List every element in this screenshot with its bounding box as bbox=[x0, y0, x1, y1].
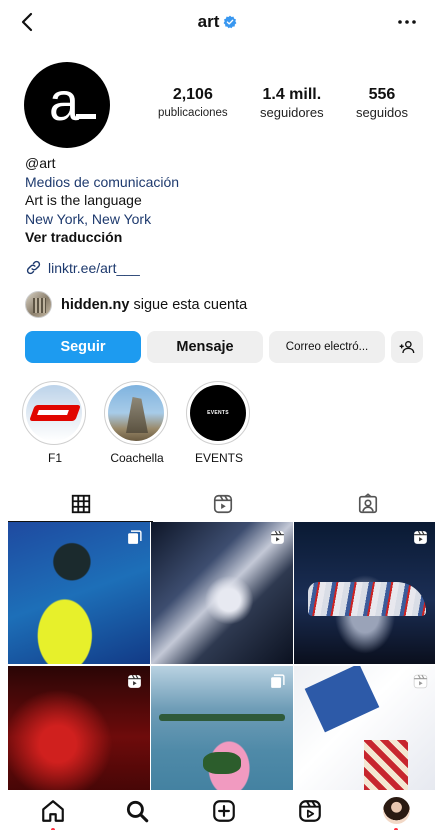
post-thumbnail[interactable] bbox=[294, 666, 435, 790]
top-bar: art bbox=[0, 0, 435, 44]
grid-icon bbox=[71, 494, 90, 513]
verified-badge-icon bbox=[223, 15, 237, 29]
post-thumbnail[interactable] bbox=[294, 522, 435, 664]
reel-icon bbox=[128, 674, 141, 688]
profile-location[interactable]: New York, New York bbox=[25, 210, 415, 229]
link-icon bbox=[26, 260, 41, 275]
nav-profile-avatar[interactable] bbox=[383, 797, 410, 824]
nav-reels[interactable] bbox=[297, 798, 323, 824]
tab-reels[interactable] bbox=[150, 486, 295, 522]
nav-create[interactable] bbox=[211, 798, 237, 824]
profile-category: Medios de comunicación bbox=[25, 173, 180, 190]
tab-posts-grid[interactable] bbox=[8, 486, 153, 522]
highlight-events[interactable]: EVENTS EVENTS bbox=[186, 381, 252, 465]
reel-icon bbox=[414, 530, 427, 544]
profile-handle: @art bbox=[25, 155, 56, 171]
reels-icon bbox=[299, 800, 321, 822]
message-button[interactable]: Mensaje bbox=[147, 331, 263, 363]
following-count[interactable]: 556 seguidos bbox=[356, 86, 408, 122]
add-user-icon bbox=[399, 341, 415, 354]
tagged-icon bbox=[358, 493, 377, 514]
tab-tagged[interactable] bbox=[295, 486, 435, 522]
followed-by-text: sigue esta cuenta bbox=[133, 296, 248, 313]
more-horizontal-icon bbox=[398, 20, 416, 24]
see-translation-link[interactable]: Ver traducción bbox=[25, 228, 415, 247]
highlight-f1[interactable]: F1 bbox=[22, 381, 88, 465]
bottom-navigation bbox=[0, 790, 435, 830]
carousel-icon bbox=[128, 530, 142, 544]
highlight-label: EVENTS bbox=[194, 451, 243, 465]
highlight-cover bbox=[26, 385, 82, 441]
posts-grid bbox=[8, 522, 435, 790]
suggest-users-button[interactable] bbox=[391, 331, 423, 363]
post-thumbnail[interactable] bbox=[8, 522, 150, 664]
profile-title: art bbox=[0, 12, 435, 32]
post-thumbnail[interactable] bbox=[151, 522, 293, 664]
highlight-label: F1 bbox=[47, 451, 62, 465]
profile-stats: 2,106 publicaciones 1.4 mill. seguidores… bbox=[158, 86, 408, 122]
followers-count[interactable]: 1.4 mill. seguidores bbox=[260, 86, 324, 122]
link-text: linktr.ee/art___ bbox=[48, 259, 140, 276]
nav-home[interactable] bbox=[40, 798, 66, 824]
home-icon bbox=[42, 800, 64, 822]
follower-avatar bbox=[25, 291, 52, 318]
highlight-label: Coachella bbox=[110, 451, 164, 465]
highlight-cover: EVENTS bbox=[190, 385, 246, 441]
reel-icon bbox=[271, 530, 284, 544]
profile-tabs bbox=[0, 486, 435, 522]
profile-link[interactable]: linktr.ee/art___ bbox=[25, 259, 140, 276]
follow-button[interactable]: Seguir bbox=[25, 331, 141, 363]
reels-icon bbox=[213, 494, 232, 514]
highlight-coachella[interactable]: Coachella bbox=[104, 381, 170, 465]
highlight-cover bbox=[108, 385, 164, 441]
post-thumbnail[interactable] bbox=[151, 666, 293, 790]
search-icon bbox=[126, 800, 149, 823]
svg-text:a: a bbox=[49, 72, 80, 132]
more-options-button[interactable] bbox=[395, 10, 419, 34]
reel-icon bbox=[413, 674, 428, 689]
profile-bio: @art Medios de comunicación Art is the l… bbox=[25, 154, 415, 247]
bio-text: Art is the language bbox=[25, 192, 142, 208]
profile-avatar[interactable]: a bbox=[24, 62, 110, 148]
followed-by-row[interactable]: hidden.ny sigue esta cuenta bbox=[25, 291, 247, 318]
follower-name: hidden.ny bbox=[61, 296, 130, 313]
create-icon bbox=[213, 800, 235, 822]
username: art bbox=[197, 12, 220, 31]
post-thumbnail[interactable] bbox=[8, 666, 150, 790]
nav-search[interactable] bbox=[124, 798, 150, 824]
art-logo: a bbox=[49, 72, 96, 132]
posts-count[interactable]: 2,106 publicaciones bbox=[158, 86, 228, 122]
carousel-icon bbox=[271, 674, 285, 688]
email-button[interactable]: Correo electró... bbox=[269, 331, 385, 363]
